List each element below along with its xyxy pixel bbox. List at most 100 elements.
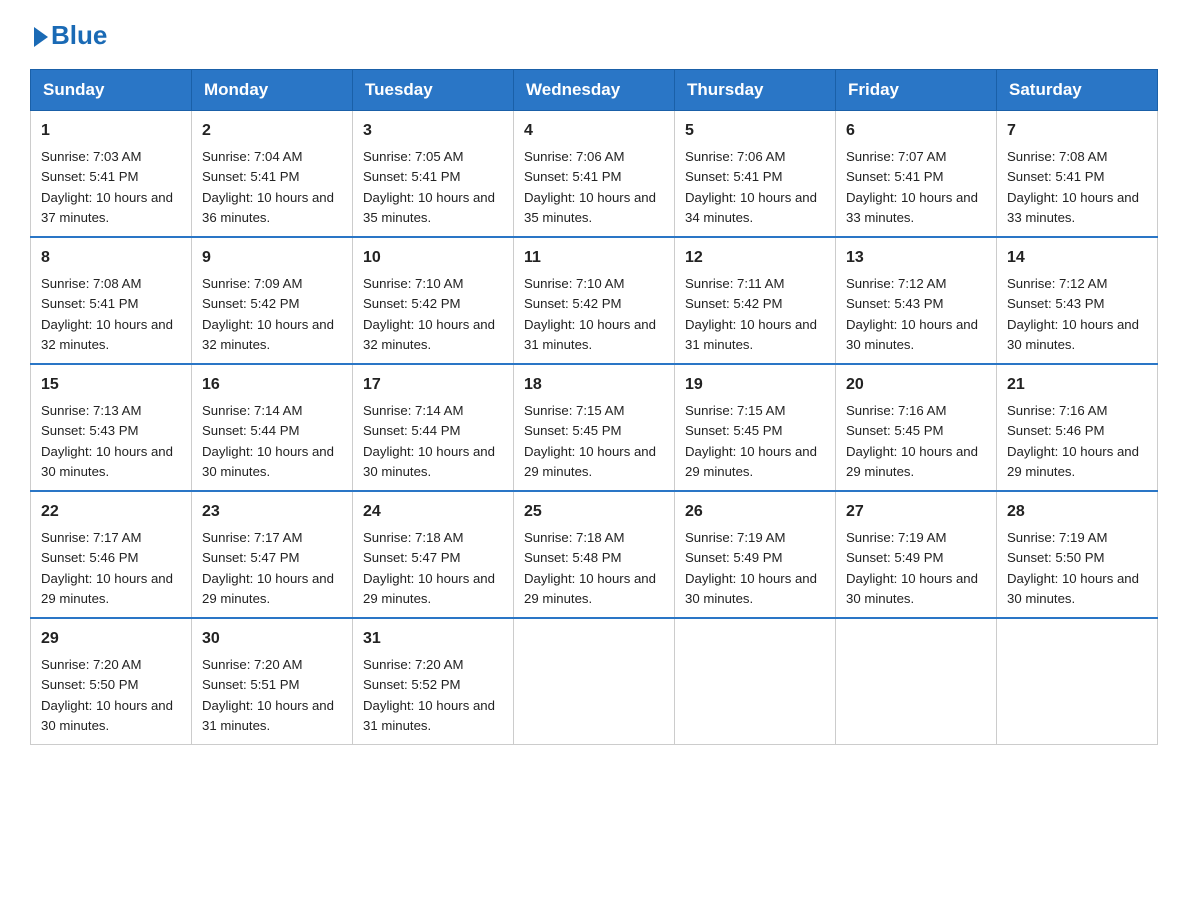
calendar-day-14: 14 Sunrise: 7:12 AMSunset: 5:43 PMDaylig… [997,237,1158,364]
calendar-day-1: 1 Sunrise: 7:03 AMSunset: 5:41 PMDayligh… [31,111,192,238]
day-number: 8 [41,246,181,270]
empty-cell [514,618,675,745]
day-info: Sunrise: 7:10 AMSunset: 5:42 PMDaylight:… [524,276,656,352]
empty-cell [836,618,997,745]
day-info: Sunrise: 7:15 AMSunset: 5:45 PMDaylight:… [524,403,656,479]
calendar-day-24: 24 Sunrise: 7:18 AMSunset: 5:47 PMDaylig… [353,491,514,618]
logo-triangle-icon [34,27,48,47]
day-info: Sunrise: 7:10 AMSunset: 5:42 PMDaylight:… [363,276,495,352]
logo: Blue [30,20,107,51]
calendar-day-19: 19 Sunrise: 7:15 AMSunset: 5:45 PMDaylig… [675,364,836,491]
day-info: Sunrise: 7:18 AMSunset: 5:47 PMDaylight:… [363,530,495,606]
calendar-day-16: 16 Sunrise: 7:14 AMSunset: 5:44 PMDaylig… [192,364,353,491]
calendar-day-12: 12 Sunrise: 7:11 AMSunset: 5:42 PMDaylig… [675,237,836,364]
day-number: 27 [846,500,986,524]
day-number: 26 [685,500,825,524]
day-number: 29 [41,627,181,651]
calendar-day-8: 8 Sunrise: 7:08 AMSunset: 5:41 PMDayligh… [31,237,192,364]
day-info: Sunrise: 7:11 AMSunset: 5:42 PMDaylight:… [685,276,817,352]
day-info: Sunrise: 7:09 AMSunset: 5:42 PMDaylight:… [202,276,334,352]
calendar-week-1: 1 Sunrise: 7:03 AMSunset: 5:41 PMDayligh… [31,111,1158,238]
day-number: 14 [1007,246,1147,270]
day-info: Sunrise: 7:14 AMSunset: 5:44 PMDaylight:… [363,403,495,479]
day-info: Sunrise: 7:19 AMSunset: 5:49 PMDaylight:… [685,530,817,606]
day-info: Sunrise: 7:06 AMSunset: 5:41 PMDaylight:… [524,149,656,225]
empty-cell [997,618,1158,745]
day-number: 28 [1007,500,1147,524]
day-info: Sunrise: 7:19 AMSunset: 5:49 PMDaylight:… [846,530,978,606]
weekday-header-monday: Monday [192,70,353,111]
day-number: 21 [1007,373,1147,397]
calendar-week-3: 15 Sunrise: 7:13 AMSunset: 5:43 PMDaylig… [31,364,1158,491]
calendar-day-22: 22 Sunrise: 7:17 AMSunset: 5:46 PMDaylig… [31,491,192,618]
day-number: 19 [685,373,825,397]
day-number: 17 [363,373,503,397]
day-number: 31 [363,627,503,651]
calendar-day-13: 13 Sunrise: 7:12 AMSunset: 5:43 PMDaylig… [836,237,997,364]
day-info: Sunrise: 7:05 AMSunset: 5:41 PMDaylight:… [363,149,495,225]
day-number: 11 [524,246,664,270]
day-number: 22 [41,500,181,524]
calendar-day-2: 2 Sunrise: 7:04 AMSunset: 5:41 PMDayligh… [192,111,353,238]
calendar-table: SundayMondayTuesdayWednesdayThursdayFrid… [30,69,1158,745]
day-number: 2 [202,119,342,143]
day-number: 5 [685,119,825,143]
day-info: Sunrise: 7:12 AMSunset: 5:43 PMDaylight:… [1007,276,1139,352]
day-number: 3 [363,119,503,143]
weekday-header-tuesday: Tuesday [353,70,514,111]
calendar-week-2: 8 Sunrise: 7:08 AMSunset: 5:41 PMDayligh… [31,237,1158,364]
calendar-day-10: 10 Sunrise: 7:10 AMSunset: 5:42 PMDaylig… [353,237,514,364]
day-number: 13 [846,246,986,270]
day-info: Sunrise: 7:13 AMSunset: 5:43 PMDaylight:… [41,403,173,479]
day-number: 1 [41,119,181,143]
calendar-day-4: 4 Sunrise: 7:06 AMSunset: 5:41 PMDayligh… [514,111,675,238]
day-info: Sunrise: 7:08 AMSunset: 5:41 PMDaylight:… [41,276,173,352]
day-info: Sunrise: 7:04 AMSunset: 5:41 PMDaylight:… [202,149,334,225]
calendar-day-31: 31 Sunrise: 7:20 AMSunset: 5:52 PMDaylig… [353,618,514,745]
calendar-day-18: 18 Sunrise: 7:15 AMSunset: 5:45 PMDaylig… [514,364,675,491]
day-info: Sunrise: 7:16 AMSunset: 5:46 PMDaylight:… [1007,403,1139,479]
calendar-day-27: 27 Sunrise: 7:19 AMSunset: 5:49 PMDaylig… [836,491,997,618]
day-info: Sunrise: 7:03 AMSunset: 5:41 PMDaylight:… [41,149,173,225]
page-header: Blue [30,20,1158,51]
day-info: Sunrise: 7:07 AMSunset: 5:41 PMDaylight:… [846,149,978,225]
day-info: Sunrise: 7:15 AMSunset: 5:45 PMDaylight:… [685,403,817,479]
calendar-week-4: 22 Sunrise: 7:17 AMSunset: 5:46 PMDaylig… [31,491,1158,618]
calendar-header-row: SundayMondayTuesdayWednesdayThursdayFrid… [31,70,1158,111]
day-number: 6 [846,119,986,143]
day-number: 15 [41,373,181,397]
calendar-day-6: 6 Sunrise: 7:07 AMSunset: 5:41 PMDayligh… [836,111,997,238]
weekday-header-wednesday: Wednesday [514,70,675,111]
weekday-header-sunday: Sunday [31,70,192,111]
calendar-week-5: 29 Sunrise: 7:20 AMSunset: 5:50 PMDaylig… [31,618,1158,745]
day-info: Sunrise: 7:20 AMSunset: 5:52 PMDaylight:… [363,657,495,733]
day-info: Sunrise: 7:20 AMSunset: 5:50 PMDaylight:… [41,657,173,733]
day-number: 23 [202,500,342,524]
day-number: 20 [846,373,986,397]
day-number: 12 [685,246,825,270]
calendar-day-20: 20 Sunrise: 7:16 AMSunset: 5:45 PMDaylig… [836,364,997,491]
day-info: Sunrise: 7:14 AMSunset: 5:44 PMDaylight:… [202,403,334,479]
calendar-day-26: 26 Sunrise: 7:19 AMSunset: 5:49 PMDaylig… [675,491,836,618]
day-info: Sunrise: 7:17 AMSunset: 5:47 PMDaylight:… [202,530,334,606]
calendar-day-7: 7 Sunrise: 7:08 AMSunset: 5:41 PMDayligh… [997,111,1158,238]
day-info: Sunrise: 7:08 AMSunset: 5:41 PMDaylight:… [1007,149,1139,225]
day-info: Sunrise: 7:19 AMSunset: 5:50 PMDaylight:… [1007,530,1139,606]
day-number: 4 [524,119,664,143]
calendar-day-23: 23 Sunrise: 7:17 AMSunset: 5:47 PMDaylig… [192,491,353,618]
calendar-day-21: 21 Sunrise: 7:16 AMSunset: 5:46 PMDaylig… [997,364,1158,491]
day-number: 24 [363,500,503,524]
calendar-day-5: 5 Sunrise: 7:06 AMSunset: 5:41 PMDayligh… [675,111,836,238]
calendar-day-3: 3 Sunrise: 7:05 AMSunset: 5:41 PMDayligh… [353,111,514,238]
day-number: 7 [1007,119,1147,143]
calendar-day-29: 29 Sunrise: 7:20 AMSunset: 5:50 PMDaylig… [31,618,192,745]
calendar-day-17: 17 Sunrise: 7:14 AMSunset: 5:44 PMDaylig… [353,364,514,491]
logo-blue-text: Blue [51,20,107,51]
calendar-day-28: 28 Sunrise: 7:19 AMSunset: 5:50 PMDaylig… [997,491,1158,618]
weekday-header-thursday: Thursday [675,70,836,111]
day-info: Sunrise: 7:20 AMSunset: 5:51 PMDaylight:… [202,657,334,733]
day-info: Sunrise: 7:06 AMSunset: 5:41 PMDaylight:… [685,149,817,225]
calendar-day-9: 9 Sunrise: 7:09 AMSunset: 5:42 PMDayligh… [192,237,353,364]
day-number: 30 [202,627,342,651]
day-number: 10 [363,246,503,270]
